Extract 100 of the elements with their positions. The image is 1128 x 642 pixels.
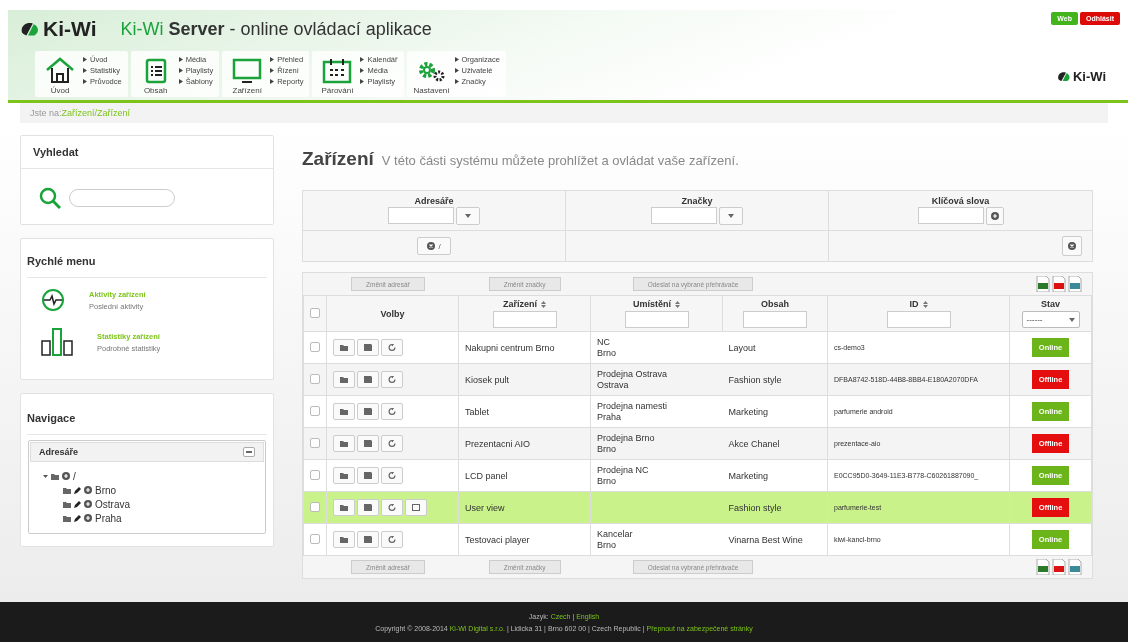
refresh-button[interactable] bbox=[381, 403, 403, 420]
refresh-button[interactable] bbox=[381, 467, 403, 484]
open-button[interactable] bbox=[333, 435, 355, 452]
open-button[interactable] bbox=[333, 403, 355, 420]
bullet-icon bbox=[360, 79, 365, 84]
sort-icon[interactable] bbox=[922, 300, 928, 308]
column-header[interactable]: Zařízení bbox=[503, 299, 537, 309]
page-subtitle: V této části systému můžete prohlížet a ovládat vaše zařízení. bbox=[381, 153, 739, 168]
column-header: Volby bbox=[326, 295, 459, 332]
save-button[interactable] bbox=[357, 531, 379, 548]
bullet-icon bbox=[83, 68, 87, 73]
nav-label[interactable]: Obsah bbox=[143, 86, 168, 95]
refresh-icon bbox=[388, 408, 396, 415]
row-checkbox[interactable] bbox=[310, 373, 320, 384]
bullet-icon bbox=[360, 57, 365, 62]
bullet-icon bbox=[83, 57, 87, 62]
column-header[interactable]: ID bbox=[909, 299, 919, 309]
open-button[interactable] bbox=[333, 499, 355, 516]
dropdown-button[interactable] bbox=[719, 207, 743, 225]
save-button[interactable] bbox=[357, 499, 379, 516]
tree-item[interactable]: Ostrava bbox=[95, 498, 130, 510]
folder-icon bbox=[340, 536, 348, 543]
nav-label[interactable]: Nastavení bbox=[413, 86, 450, 95]
save-icon bbox=[364, 408, 372, 415]
folder-icon bbox=[340, 344, 348, 351]
table-cell-text: Brno bbox=[597, 347, 617, 358]
table-cell: Fashion style bbox=[722, 491, 828, 524]
table-cell-text: Kancelar bbox=[597, 529, 634, 540]
pdf-icon[interactable] bbox=[1052, 276, 1066, 292]
save-button[interactable] bbox=[357, 467, 379, 484]
panel-title: Vyhledat bbox=[21, 136, 273, 169]
filter-label: Adresáře bbox=[414, 196, 454, 206]
refresh-button[interactable] bbox=[381, 531, 403, 548]
bar-chart-icon bbox=[41, 328, 73, 356]
refresh-button[interactable] bbox=[381, 499, 403, 516]
filter-field[interactable] bbox=[651, 207, 717, 224]
search-field[interactable] bbox=[69, 189, 175, 207]
table-cell-text: Brno bbox=[597, 475, 617, 486]
table-cell-text: NC bbox=[597, 337, 611, 348]
save-button[interactable] bbox=[357, 339, 379, 356]
clear-button[interactable] bbox=[1062, 236, 1082, 256]
row-checkbox[interactable] bbox=[310, 533, 320, 544]
row-checkbox[interactable] bbox=[310, 405, 320, 416]
refresh-button[interactable] bbox=[381, 371, 403, 388]
refresh-button[interactable] bbox=[381, 339, 403, 356]
table-cell: Kiosek pult bbox=[458, 363, 591, 396]
open-button[interactable] bbox=[333, 531, 355, 548]
open-button[interactable] bbox=[333, 371, 355, 388]
row-checkbox[interactable] bbox=[310, 341, 320, 352]
row-checkbox[interactable] bbox=[310, 469, 320, 480]
save-icon bbox=[364, 344, 372, 351]
caret-icon bbox=[728, 214, 734, 218]
pdf-icon[interactable] bbox=[1052, 559, 1066, 575]
panel-title: Navigace bbox=[27, 394, 267, 435]
select-all-checkbox[interactable] bbox=[310, 307, 320, 318]
csv-icon[interactable] bbox=[1068, 559, 1082, 575]
tree-item[interactable]: / bbox=[73, 470, 76, 482]
collapse-button[interactable] bbox=[243, 447, 255, 457]
calendar-icon bbox=[322, 58, 353, 84]
table-cell-text: Prodejna Brno bbox=[597, 433, 656, 444]
view-button[interactable] bbox=[405, 499, 427, 516]
logo-icon bbox=[20, 21, 40, 37]
save-button[interactable] bbox=[357, 403, 379, 420]
table-cell: Fashion style bbox=[722, 363, 828, 396]
app-title: Ki-Wi Server - online ovládací aplikace bbox=[120, 18, 432, 40]
save-button[interactable] bbox=[357, 435, 379, 452]
bullet-icon bbox=[270, 57, 275, 62]
row-checkbox[interactable] bbox=[310, 437, 320, 448]
column-header[interactable]: Umístění bbox=[633, 299, 671, 309]
open-button[interactable] bbox=[333, 467, 355, 484]
open-button[interactable] bbox=[333, 339, 355, 356]
expand-caret-icon[interactable] bbox=[43, 473, 48, 479]
nav-label[interactable]: Úvod bbox=[50, 86, 70, 95]
table-cell: Marketing bbox=[722, 395, 828, 428]
logo-text: Ki-Wi bbox=[43, 17, 97, 41]
page-title: Zařízení bbox=[302, 148, 374, 170]
spreadsheet-icon[interactable] bbox=[1036, 276, 1050, 292]
add-button[interactable] bbox=[985, 207, 1004, 225]
table-cell: Layout bbox=[722, 331, 828, 364]
filter-field[interactable] bbox=[388, 207, 454, 224]
sort-icon[interactable] bbox=[541, 300, 546, 308]
folder-icon bbox=[340, 440, 348, 447]
tree-item[interactable]: Brno bbox=[95, 484, 117, 496]
nav-label[interactable]: Párování bbox=[321, 86, 354, 95]
csv-icon[interactable] bbox=[1068, 276, 1082, 292]
filter-field[interactable] bbox=[917, 207, 984, 224]
directory-chip[interactable]: / bbox=[417, 237, 451, 255]
status-filter[interactable]: ------ bbox=[1021, 311, 1080, 328]
spreadsheet-icon[interactable] bbox=[1036, 559, 1050, 575]
row-checkbox[interactable] bbox=[310, 501, 320, 512]
refresh-icon bbox=[388, 440, 396, 447]
save-button[interactable] bbox=[357, 371, 379, 388]
caret-icon bbox=[465, 214, 471, 218]
dropdown-button[interactable] bbox=[456, 207, 480, 225]
add-icon bbox=[84, 514, 92, 522]
search-icon bbox=[39, 187, 61, 209]
nav-label[interactable]: Zařízení bbox=[232, 86, 262, 95]
refresh-button[interactable] bbox=[381, 435, 403, 452]
sort-icon[interactable] bbox=[675, 300, 680, 308]
tree-item[interactable]: Praha bbox=[95, 512, 122, 524]
